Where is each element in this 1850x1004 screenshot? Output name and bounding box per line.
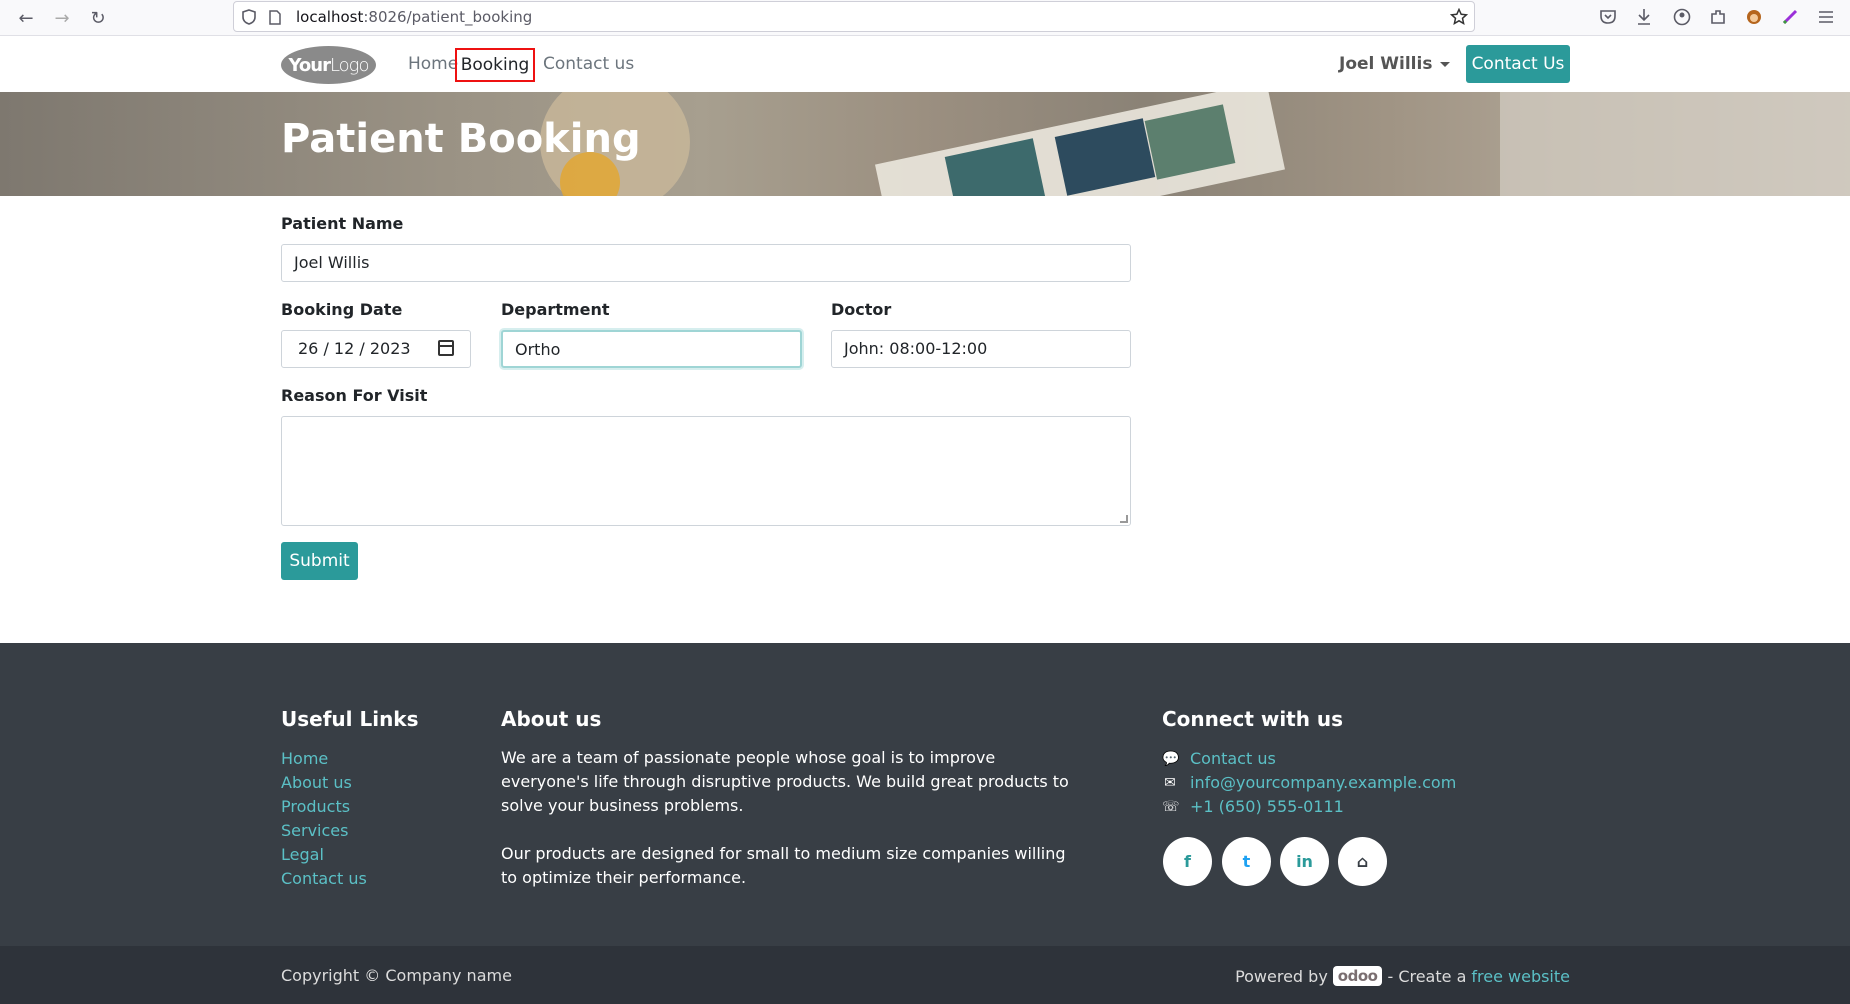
site-header: Your Logo Home Booking Contact us Joel Wi… — [0, 36, 1850, 92]
phone-icon: ☏ — [1162, 798, 1180, 815]
patient-name-label: Patient Name — [281, 214, 404, 233]
pocket-icon[interactable] — [1596, 5, 1620, 29]
reason-textarea[interactable] — [281, 416, 1131, 526]
department-label: Department — [501, 300, 610, 319]
bookmark-star-icon[interactable] — [1450, 8, 1468, 26]
forward-icon[interactable]: → — [50, 6, 74, 30]
booking-date-label: Booking Date — [281, 300, 403, 319]
nav-contact-us[interactable]: Contact us — [543, 54, 634, 74]
hamburger-menu-icon[interactable] — [1814, 5, 1838, 29]
extensions-icon[interactable] — [1706, 5, 1730, 29]
extension-monkey-icon[interactable] — [1742, 5, 1766, 29]
page-title: Patient Booking — [281, 116, 641, 162]
twitter-icon[interactable]: t — [1222, 837, 1271, 886]
page-banner: Patient Booking — [0, 92, 1850, 196]
odoo-logo[interactable]: odoo — [1332, 966, 1383, 986]
about-text-line: everyone's life through disruptive produ… — [501, 772, 1069, 791]
extension-pen-icon[interactable] — [1778, 5, 1802, 29]
reason-label: Reason For Visit — [281, 386, 428, 405]
footer-link-contact[interactable]: Contact us — [281, 869, 367, 888]
facebook-icon[interactable]: f — [1163, 837, 1212, 886]
nav-home[interactable]: Home — [408, 54, 458, 74]
contact-row-phone[interactable]: ☏ +1 (650) 555-0111 — [1162, 797, 1344, 816]
copyright-bar: Copyright © Company name Powered by odoo… — [0, 946, 1850, 1004]
address-bar[interactable]: localhost:8026/patient_booking — [233, 1, 1475, 32]
nav-booking[interactable]: Booking — [455, 48, 535, 82]
booking-date-value: 26 / 12 / 2023 — [298, 339, 411, 358]
comment-icon: 💬 — [1162, 750, 1180, 767]
department-input[interactable]: Ortho — [501, 330, 802, 368]
caret-down-icon — [1440, 61, 1451, 67]
account-icon[interactable] — [1670, 5, 1694, 29]
footer-link-services[interactable]: Services — [281, 821, 348, 840]
user-menu-dropdown[interactable]: Joel Willis — [1339, 54, 1451, 74]
about-text-line: We are a team of passionate people whose… — [501, 748, 996, 767]
submit-button[interactable]: Submit — [281, 542, 358, 580]
free-website-link[interactable]: free website — [1471, 967, 1570, 986]
about-text-line: solve your business problems. — [501, 796, 744, 815]
back-icon[interactable]: ← — [14, 6, 38, 30]
booking-date-input[interactable]: 26 / 12 / 2023 — [281, 330, 471, 368]
doctor-select[interactable]: John: 08:00-12:00 — [831, 330, 1131, 368]
doctor-label: Doctor — [831, 300, 892, 319]
envelope-icon: ✉ — [1164, 774, 1176, 791]
footer-link-products[interactable]: Products — [281, 797, 350, 816]
home-icon[interactable]: ⌂ — [1338, 837, 1387, 886]
resize-handle[interactable] — [1120, 515, 1128, 523]
reload-icon[interactable]: ↻ — [86, 6, 110, 30]
browser-toolbar: ← → ↻ localhost:8026/patient_booking — [0, 0, 1850, 36]
about-text-line: Our products are designed for small to m… — [501, 844, 1066, 863]
about-text-line: to optimize their performance. — [501, 868, 747, 887]
useful-links-heading: Useful Links — [281, 707, 419, 731]
page-icon — [266, 8, 284, 26]
footer: Useful Links Home About us Products Serv… — [0, 643, 1850, 946]
powered-by: Powered by odoo - Create a free website — [1235, 966, 1570, 986]
contact-row-link[interactable]: 💬 Contact us — [1162, 749, 1276, 768]
logo[interactable]: Your Logo — [281, 46, 376, 84]
footer-link-home[interactable]: Home — [281, 749, 328, 768]
footer-link-legal[interactable]: Legal — [281, 845, 324, 864]
contact-us-button[interactable]: Contact Us — [1466, 45, 1570, 83]
url-text: localhost:8026/patient_booking — [296, 8, 533, 26]
copyright-text: Copyright © Company name — [281, 966, 512, 985]
footer-link-about[interactable]: About us — [281, 773, 352, 792]
patient-name-input[interactable]: Joel Willis — [281, 244, 1131, 282]
about-us-heading: About us — [501, 707, 602, 731]
calendar-icon[interactable] — [438, 340, 454, 356]
connect-heading: Connect with us — [1162, 707, 1344, 731]
contact-row-email[interactable]: ✉ info@yourcompany.example.com — [1162, 773, 1456, 792]
download-icon[interactable] — [1632, 5, 1656, 29]
banner-paper-shape — [1500, 92, 1850, 196]
linkedin-icon[interactable]: in — [1280, 837, 1329, 886]
shield-icon[interactable] — [240, 8, 258, 26]
